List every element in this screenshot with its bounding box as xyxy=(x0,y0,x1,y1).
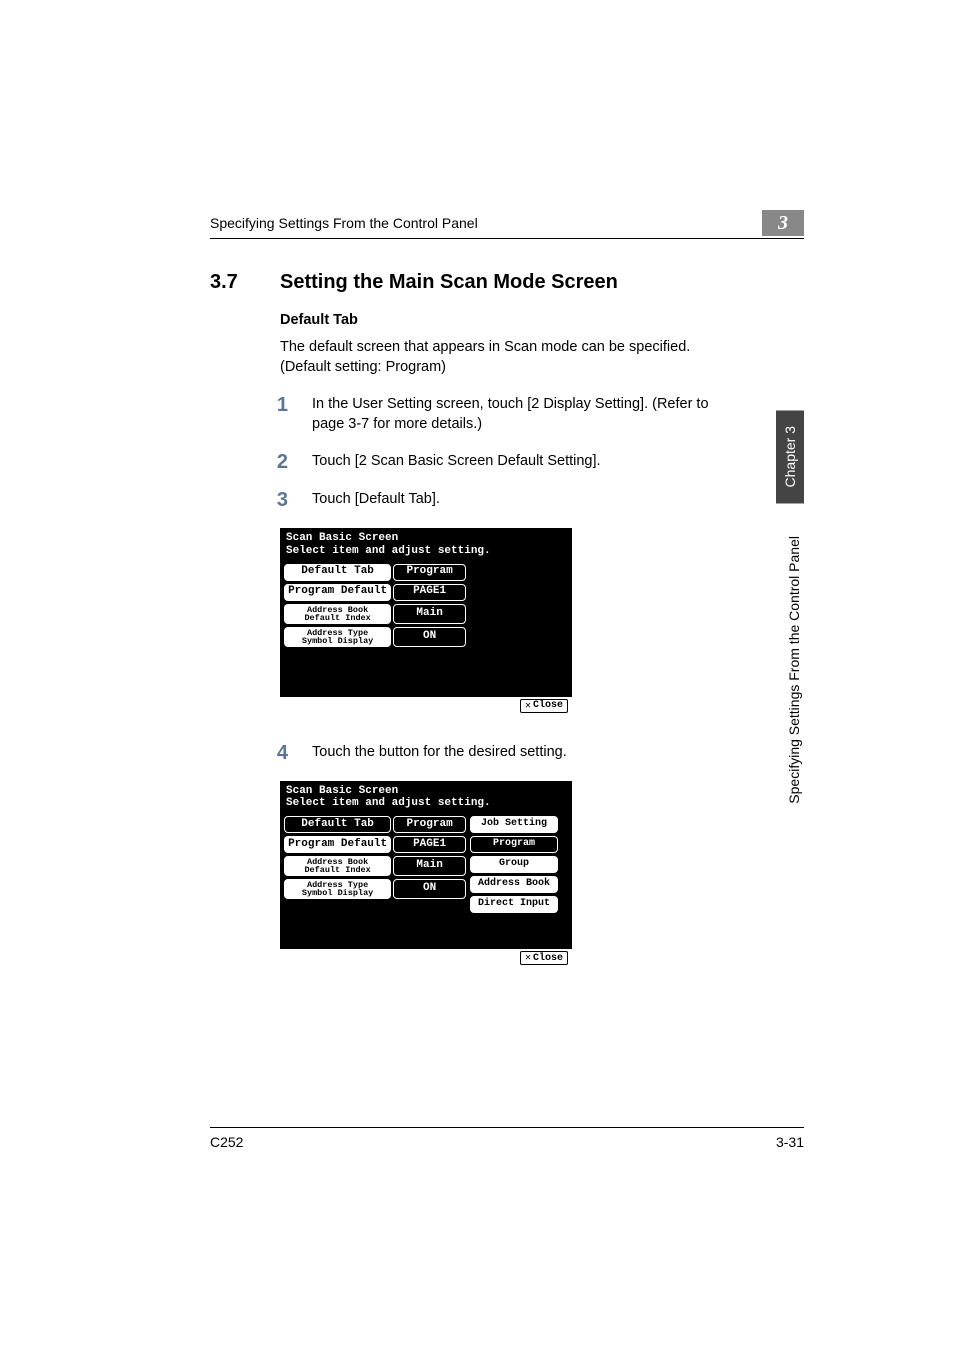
lcd-row-program-default: Program Default PAGE1 xyxy=(284,836,466,853)
lcd-row-default-tab: Default Tab Program xyxy=(284,564,466,581)
lcd-header: Scan Basic Screen Select item and adjust… xyxy=(280,528,572,559)
step-text: Touch the button for the desired setting… xyxy=(312,743,740,763)
lcd-row-address-book-index: Address Book Default Index Main xyxy=(284,856,466,876)
lcd-settings-column: Default Tab Program Program Default PAGE… xyxy=(284,816,466,939)
address-book-index-button[interactable]: Address Book Default Index xyxy=(284,604,391,624)
lcd-panel: Scan Basic Screen Select item and adjust… xyxy=(280,528,572,715)
close-label: Close xyxy=(533,953,563,964)
address-book-index-value: Main xyxy=(393,604,466,624)
section-title: Setting the Main Scan Mode Screen xyxy=(280,271,618,294)
step-number: 1 xyxy=(270,395,288,434)
address-type-symbol-value: ON xyxy=(393,879,466,899)
close-icon: ✕ xyxy=(525,700,531,712)
section-number: 3.7 xyxy=(210,271,256,294)
step-number: 3 xyxy=(270,490,288,510)
footer-page: 3-31 xyxy=(776,1134,804,1150)
lcd-title-line1: Scan Basic Screen xyxy=(286,785,566,798)
lcd-row-program-default: Program Default PAGE1 xyxy=(284,584,466,601)
default-tab-value: Program xyxy=(393,564,466,581)
lcd-settings-column: Default Tab Program Program Default PAGE… xyxy=(284,564,466,687)
side-tab-section: Specifying Settings From the Control Pan… xyxy=(784,520,804,820)
lcd-body: Default Tab Program Program Default PAGE… xyxy=(280,560,572,697)
close-icon: ✕ xyxy=(525,952,531,964)
address-type-symbol-value: ON xyxy=(393,627,466,647)
lcd-panel: Scan Basic Screen Select item and adjust… xyxy=(280,781,572,968)
lcd-row-address-type-symbol: Address Type Symbol Display ON xyxy=(284,879,466,899)
screenshot-1: Scan Basic Screen Select item and adjust… xyxy=(280,528,804,715)
lcd-close-bar: ✕ Close xyxy=(280,697,572,715)
step-list: 1 In the User Setting screen, touch [2 D… xyxy=(270,395,740,510)
page: Specifying Settings From the Control Pan… xyxy=(0,0,954,1350)
header-chapter-number: 3 xyxy=(762,210,804,236)
address-book-index-value: Main xyxy=(393,856,466,876)
lcd-row-default-tab: Default Tab Program xyxy=(284,816,466,833)
lcd-row-address-type-symbol: Address Type Symbol Display ON xyxy=(284,627,466,647)
program-default-value: PAGE1 xyxy=(393,584,466,601)
side-tab-chapter: Chapter 3 xyxy=(776,410,804,503)
lcd-title-line2: Select item and adjust setting. xyxy=(286,797,566,810)
intro-paragraph: The default screen that appears in Scan … xyxy=(280,338,740,377)
subheading-default-tab: Default Tab xyxy=(280,312,804,328)
close-button[interactable]: ✕ Close xyxy=(520,951,568,965)
page-header: Specifying Settings From the Control Pan… xyxy=(210,210,804,239)
step-2: 2 Touch [2 Scan Basic Screen Default Set… xyxy=(270,452,740,472)
step-3: 3 Touch [Default Tab]. xyxy=(270,490,740,510)
default-tab-value: Program xyxy=(393,816,466,833)
lcd-title-line1: Scan Basic Screen xyxy=(286,532,566,545)
screenshot-2: Scan Basic Screen Select item and adjust… xyxy=(280,781,804,968)
program-default-button[interactable]: Program Default xyxy=(284,836,391,853)
program-option-button[interactable]: Program xyxy=(470,836,558,853)
default-tab-button[interactable]: Default Tab xyxy=(284,816,391,833)
step-list-2: 4 Touch the button for the desired setti… xyxy=(270,743,740,763)
step-text: In the User Setting screen, touch [2 Dis… xyxy=(312,395,740,434)
default-tab-button[interactable]: Default Tab xyxy=(284,564,391,581)
step-1: 1 In the User Setting screen, touch [2 D… xyxy=(270,395,740,434)
close-label: Close xyxy=(533,700,563,711)
program-default-value: PAGE1 xyxy=(393,836,466,853)
address-book-index-button[interactable]: Address Book Default Index xyxy=(284,856,391,876)
program-default-button[interactable]: Program Default xyxy=(284,584,391,601)
footer-model: C252 xyxy=(210,1134,243,1150)
step-number: 4 xyxy=(270,743,288,763)
step-text: Touch [Default Tab]. xyxy=(312,490,740,510)
section-heading: 3.7 Setting the Main Scan Mode Screen xyxy=(210,271,804,294)
lcd-title-line2: Select item and adjust setting. xyxy=(286,545,566,558)
lcd-header: Scan Basic Screen Select item and adjust… xyxy=(280,781,572,812)
lcd-side-column: Job Setting Program Group Address Book D… xyxy=(470,816,558,939)
step-number: 2 xyxy=(270,452,288,472)
close-button[interactable]: ✕ Close xyxy=(520,699,568,713)
step-4: 4 Touch the button for the desired setti… xyxy=(270,743,740,763)
step-text: Touch [2 Scan Basic Screen Default Setti… xyxy=(312,452,740,472)
lcd-close-bar: ✕ Close xyxy=(280,949,572,967)
page-footer: C252 3-31 xyxy=(210,1127,804,1150)
lcd-body: Default Tab Program Program Default PAGE… xyxy=(280,812,572,949)
direct-input-option-button[interactable]: Direct Input xyxy=(470,896,558,913)
address-type-symbol-button[interactable]: Address Type Symbol Display xyxy=(284,879,391,899)
address-book-option-button[interactable]: Address Book xyxy=(470,876,558,893)
job-setting-label: Job Setting xyxy=(470,816,558,833)
group-option-button[interactable]: Group xyxy=(470,856,558,873)
header-section-title: Specifying Settings From the Control Pan… xyxy=(210,215,478,231)
address-type-symbol-button[interactable]: Address Type Symbol Display xyxy=(284,627,391,647)
lcd-row-address-book-index: Address Book Default Index Main xyxy=(284,604,466,624)
